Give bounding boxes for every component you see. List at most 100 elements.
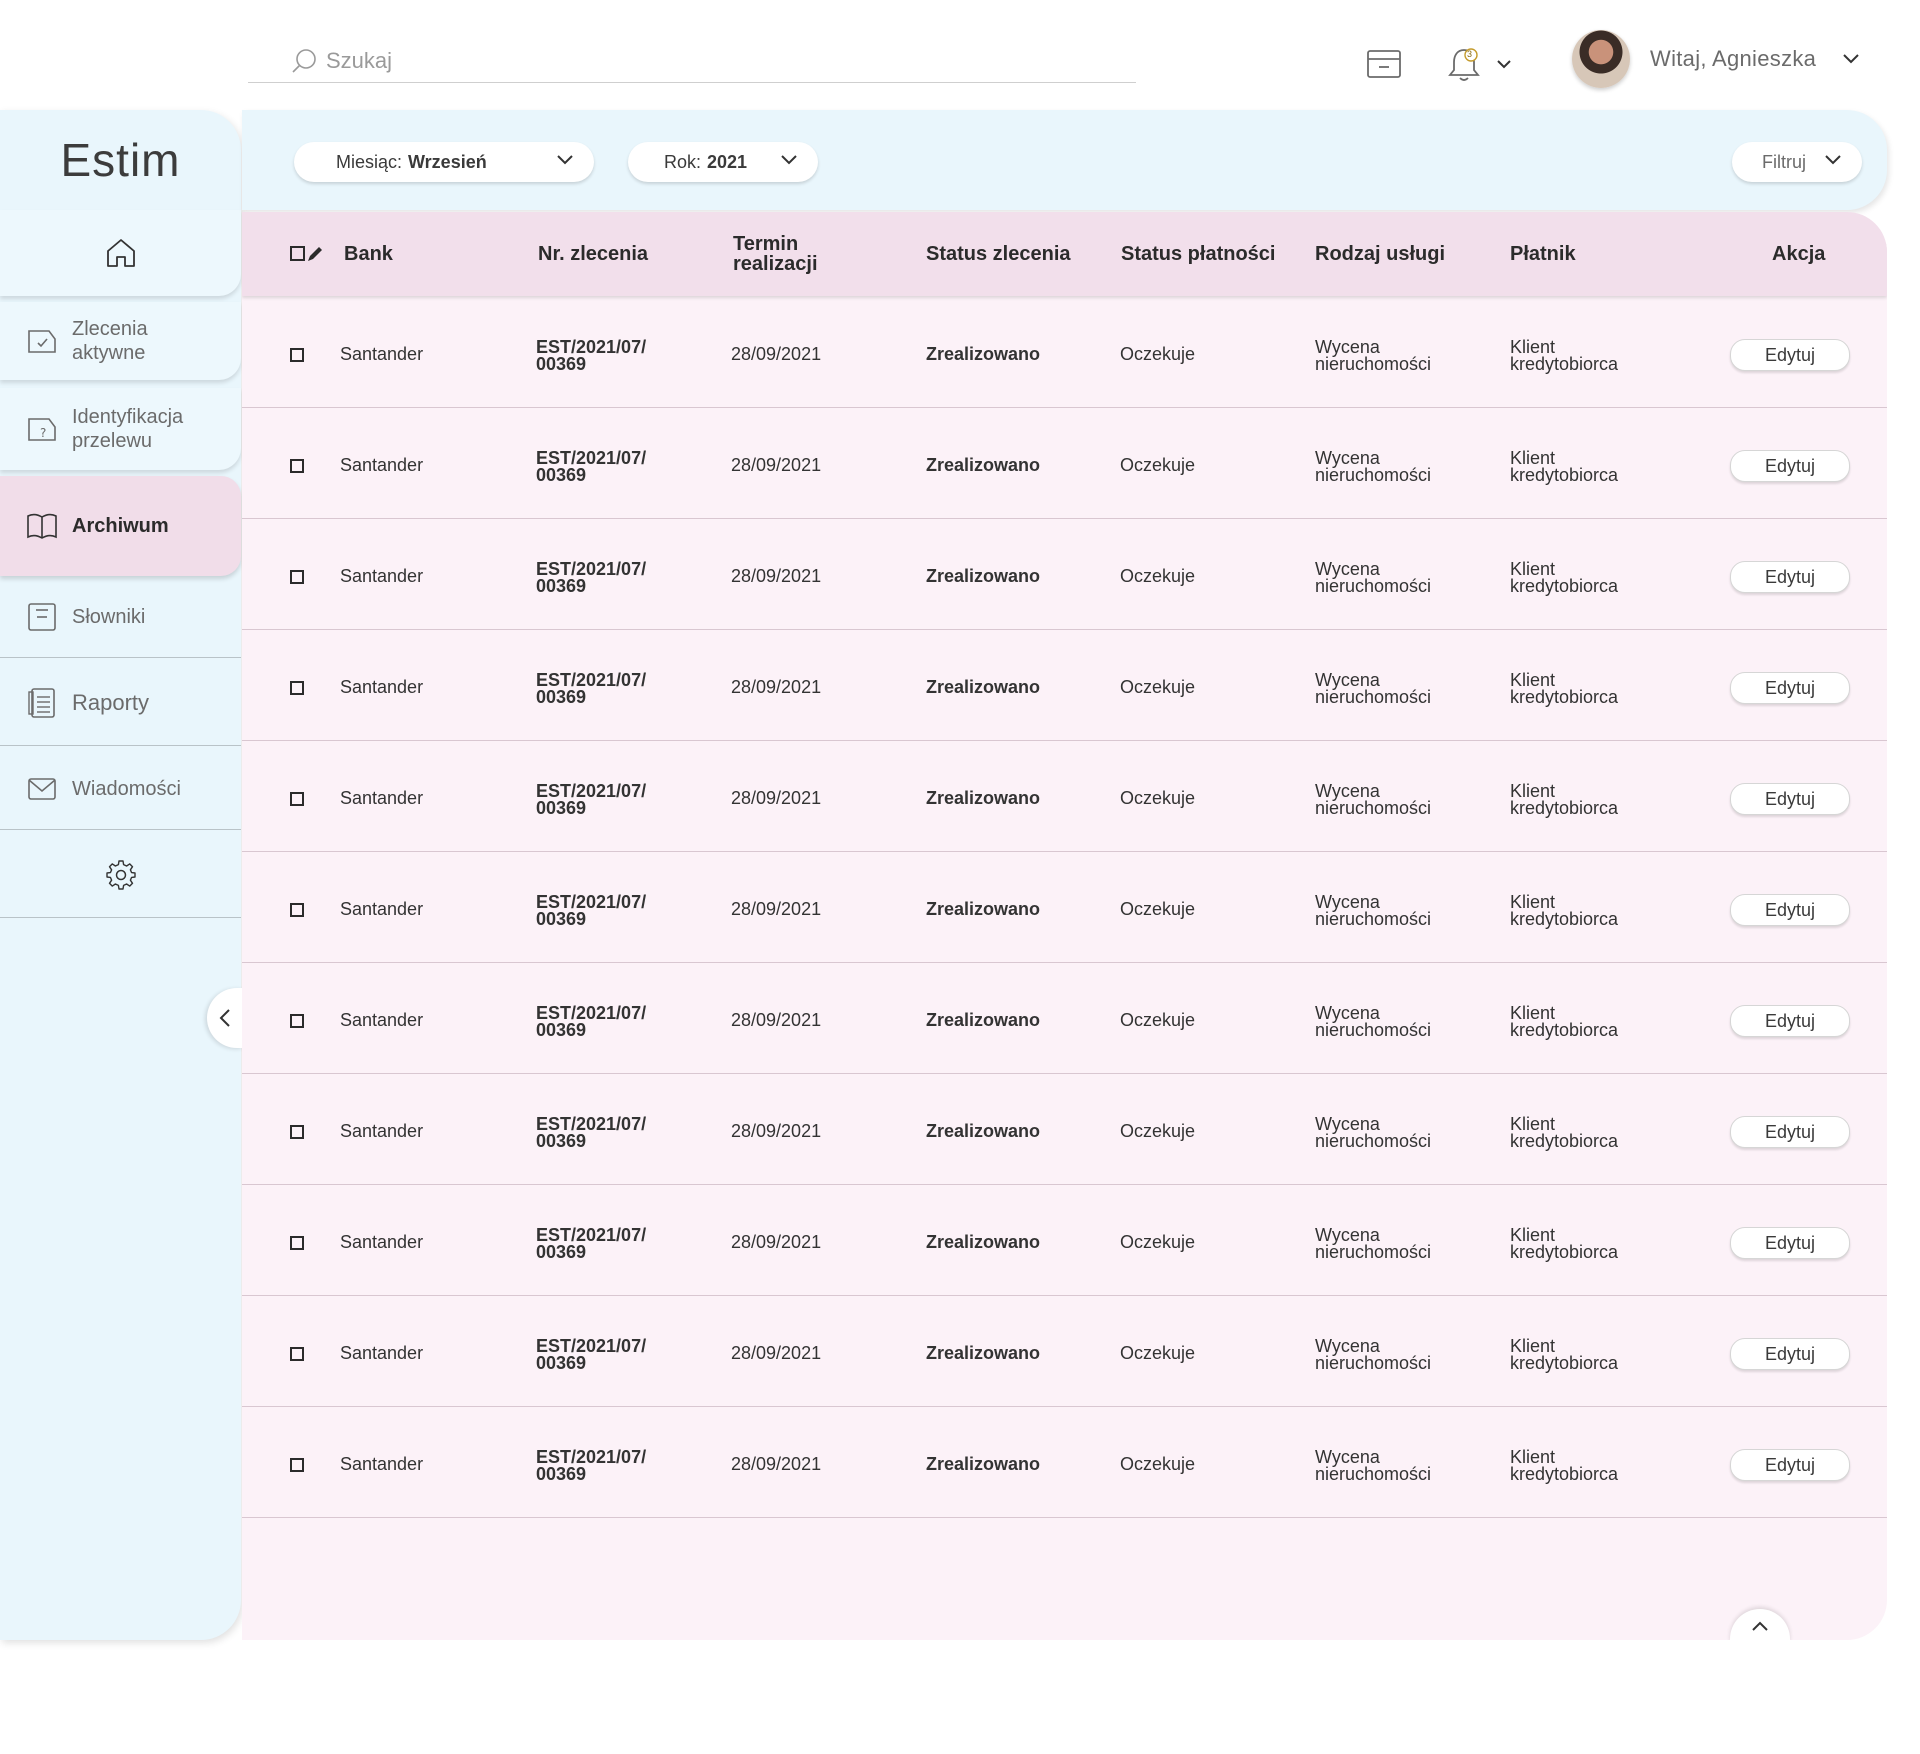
search-bar[interactable]: Szukaj xyxy=(248,40,1136,83)
cell-bank: Santander xyxy=(340,455,424,475)
edit-button[interactable]: Edytuj xyxy=(1730,672,1850,704)
col-service-type[interactable]: Rodzaj usługi xyxy=(1315,244,1445,264)
cell-order-no[interactable]: EST/2021/07/ 00369 xyxy=(536,449,676,484)
sidebar-item-active-orders[interactable]: Zlecenia aktywne xyxy=(0,302,241,380)
row-checkbox[interactable] xyxy=(290,903,304,917)
table-row: Santander EST/2021/07/ 00369 28/09/2021 Zre… xyxy=(242,1186,1887,1296)
cell-deadline: 28/09/2021 xyxy=(731,677,822,697)
card-icon[interactable] xyxy=(1366,48,1402,85)
row-checkbox[interactable] xyxy=(290,1125,304,1139)
filter-button[interactable]: Filtruj xyxy=(1732,142,1862,182)
cell-order-no[interactable]: EST/2021/07/ 00369 xyxy=(536,1448,676,1483)
app-logo[interactable]: Estim xyxy=(0,110,241,210)
cell-service-type: Wycena nieruchomości xyxy=(1315,892,1432,929)
filter-button-label: Filtruj xyxy=(1762,151,1806,172)
envelope-icon xyxy=(28,777,56,800)
row-checkbox[interactable] xyxy=(290,792,304,806)
chevron-down-icon[interactable] xyxy=(1842,53,1860,65)
col-bank[interactable]: Bank xyxy=(344,244,393,264)
cell-order-status: Zrealizowano xyxy=(926,1232,1041,1252)
cell-deadline: 28/09/2021 xyxy=(731,1232,822,1252)
edit-button[interactable]: Edytuj xyxy=(1730,339,1850,371)
year-value: 2021 xyxy=(707,151,748,172)
cell-deadline: 28/09/2021 xyxy=(731,1121,822,1141)
row-checkbox[interactable] xyxy=(290,681,304,695)
sidebar-item-dictionaries[interactable]: Słowniki xyxy=(0,576,241,658)
table-row: Santander EST/2021/07/ 00369 28/09/2021 Zre… xyxy=(242,742,1887,852)
cell-order-no[interactable]: EST/2021/07/ 00369 xyxy=(536,671,676,706)
row-checkbox[interactable] xyxy=(290,459,304,473)
notifications-button[interactable]: 3 xyxy=(1446,44,1518,89)
edit-button[interactable]: Edytuj xyxy=(1730,1449,1850,1481)
cell-bank: Santander xyxy=(340,1121,424,1141)
tag-question-icon: ? xyxy=(28,418,56,441)
edit-button[interactable]: Edytuj xyxy=(1730,1338,1850,1370)
cell-bank: Santander xyxy=(340,566,424,586)
col-action: Akcja xyxy=(1772,243,1826,265)
table-header: Bank Nr. zlecenia Termin realizacji Stat… xyxy=(242,212,1887,296)
edit-button[interactable]: Edytuj xyxy=(1730,1227,1850,1259)
row-checkbox[interactable] xyxy=(290,1347,304,1361)
cell-order-no[interactable]: EST/2021/07/ 00369 xyxy=(536,338,676,373)
row-checkbox[interactable] xyxy=(290,1236,304,1250)
edit-button[interactable]: Edytuj xyxy=(1730,894,1850,926)
edit-button[interactable]: Edytuj xyxy=(1730,1116,1850,1148)
edit-button[interactable]: Edytuj xyxy=(1730,561,1850,593)
row-checkbox[interactable] xyxy=(290,348,304,362)
sidebar-item-settings[interactable] xyxy=(0,832,241,918)
cell-order-status: Zrealizowano xyxy=(926,1343,1041,1363)
report-icon xyxy=(28,687,55,718)
sidebar-item-archive[interactable]: Archiwum xyxy=(0,476,241,576)
cell-order-status: Zrealizowano xyxy=(926,899,1041,919)
col-payment-status[interactable]: Status płatności xyxy=(1121,244,1275,264)
col-payer[interactable]: Płatnik xyxy=(1510,244,1576,264)
sidebar-item-messages[interactable]: Wiadomości xyxy=(0,748,241,830)
cell-order-no[interactable]: EST/2021/07/ 00369 xyxy=(536,893,676,928)
sidebar-item-transfer-identification[interactable]: ? Identyfikacja przelewu xyxy=(0,388,241,470)
cell-payer: Klient kredytobiorca xyxy=(1510,892,1619,929)
month-select[interactable]: Miesiąc: Wrzesień xyxy=(294,142,594,182)
cell-order-no[interactable]: EST/2021/07/ 00369 xyxy=(536,1226,676,1261)
col-order-no[interactable]: Nr. zlecenia xyxy=(538,244,648,264)
cell-deadline: 28/09/2021 xyxy=(731,1454,822,1474)
edit-button[interactable]: Edytuj xyxy=(1730,1005,1850,1037)
cell-payer: Klient kredytobiorca xyxy=(1510,337,1619,374)
tag-check-icon xyxy=(28,330,56,353)
chevron-down-icon xyxy=(557,155,573,165)
cell-payer: Klient kredytobiorca xyxy=(1510,559,1619,596)
sidebar-item-home[interactable] xyxy=(0,210,241,296)
select-edit-icon[interactable] xyxy=(290,245,326,263)
cell-order-status: Zrealizowano xyxy=(926,1121,1041,1141)
sidebar-item-label: Zlecenia aktywne xyxy=(72,318,148,364)
row-checkbox[interactable] xyxy=(290,570,304,584)
cell-order-no[interactable]: EST/2021/07/ 00369 xyxy=(536,1004,676,1039)
cell-order-status: Zrealizowano xyxy=(926,677,1041,697)
user-menu[interactable]: Witaj, Agnieszka xyxy=(1572,30,1860,88)
cell-deadline: 28/09/2021 xyxy=(731,1343,822,1363)
cell-order-no[interactable]: EST/2021/07/ 00369 xyxy=(536,560,676,595)
cell-bank: Santander xyxy=(340,344,424,364)
cell-service-type: Wycena nieruchomości xyxy=(1315,1336,1432,1373)
col-deadline[interactable]: Termin realizacji xyxy=(733,234,843,274)
edit-button[interactable]: Edytuj xyxy=(1730,783,1850,815)
scroll-top-button[interactable] xyxy=(1730,1609,1790,1640)
col-order-status[interactable]: Status zlecenia xyxy=(926,244,1071,264)
cell-order-status: Zrealizowano xyxy=(926,455,1041,475)
cell-service-type: Wycena nieruchomości xyxy=(1315,1114,1432,1151)
sidebar-item-label: Wiadomości xyxy=(72,777,181,800)
cell-order-no[interactable]: EST/2021/07/ 00369 xyxy=(536,1337,676,1372)
search-input[interactable]: Szukaj xyxy=(326,48,392,74)
cell-order-status: Zrealizowano xyxy=(926,1454,1041,1474)
cell-payment-status: Oczekuje xyxy=(1120,344,1196,364)
table-row: Santander EST/2021/07/ 00369 28/09/2021 Zre… xyxy=(242,853,1887,963)
cell-order-no[interactable]: EST/2021/07/ 00369 xyxy=(536,782,676,817)
cell-order-no[interactable]: EST/2021/07/ 00369 xyxy=(536,1115,676,1150)
row-checkbox[interactable] xyxy=(290,1458,304,1472)
edit-button[interactable]: Edytuj xyxy=(1730,450,1850,482)
sidebar-item-reports[interactable]: Raporty xyxy=(0,660,241,746)
cell-service-type: Wycena nieruchomości xyxy=(1315,670,1432,707)
table-row: Santander EST/2021/07/ 00369 28/09/2021 Zre… xyxy=(242,409,1887,519)
year-select[interactable]: Rok: 2021 xyxy=(628,142,818,182)
row-checkbox[interactable] xyxy=(290,1014,304,1028)
cell-order-status: Zrealizowano xyxy=(926,344,1041,364)
